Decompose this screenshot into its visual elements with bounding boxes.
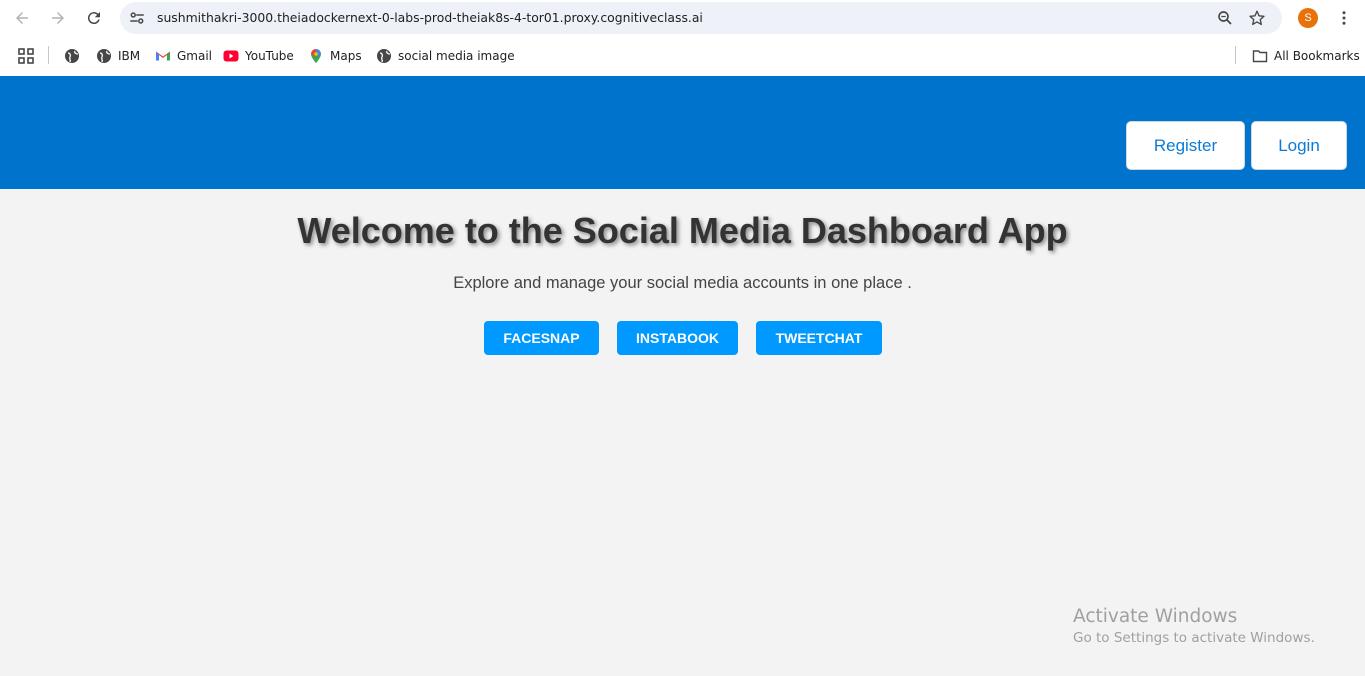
watermark-subtitle: Go to Settings to activate Windows.	[1073, 630, 1315, 646]
apps-button[interactable]	[18, 47, 34, 65]
tweetchat-button[interactable]: TWEETCHAT	[756, 321, 882, 355]
bookmark-item-gmail[interactable]: Gmail	[155, 47, 212, 65]
bookmarks-divider	[48, 46, 49, 64]
facesnap-button[interactable]: FACESNAP	[484, 321, 599, 355]
forward-button[interactable]	[46, 6, 70, 30]
bookmarks-divider	[1235, 46, 1236, 64]
bookmarks-bar: IBM Gmail YouTube Maps social media imag…	[0, 36, 1365, 76]
app-header: Register Login	[0, 76, 1365, 189]
profile-avatar[interactable]: S	[1298, 8, 1318, 28]
reload-button[interactable]	[82, 6, 106, 30]
globe-icon	[65, 49, 79, 63]
folder-icon	[1252, 50, 1268, 63]
gmail-icon	[156, 51, 170, 61]
browser-toolbar: sushmithakri-3000.theiadockernext-0-labs…	[0, 0, 1365, 36]
arrow-left-icon	[16, 12, 28, 24]
bookmark-item-youtube[interactable]: YouTube	[223, 47, 294, 65]
globe-icon	[97, 49, 111, 63]
reload-icon	[87, 12, 100, 25]
bookmark-label: Gmail	[177, 49, 213, 63]
all-bookmarks-label: All Bookmarks	[1274, 49, 1360, 63]
watermark-title: Activate Windows	[1073, 606, 1238, 627]
url-text[interactable]: sushmithakri-3000.theiadockernext-0-labs…	[157, 10, 703, 25]
bookmark-item-ibm[interactable]: IBM	[96, 47, 140, 65]
globe-icon	[377, 49, 391, 63]
page-title: Welcome to the Social Media Dashboard Ap…	[297, 210, 1068, 251]
bookmark-item-maps[interactable]: Maps	[308, 47, 362, 65]
apps-grid-icon	[18, 48, 34, 64]
bookmark-label: social media image	[398, 49, 515, 63]
maps-pin-icon	[311, 49, 321, 63]
bookmark-star-icon[interactable]	[1248, 9, 1266, 27]
arrow-right-icon	[52, 12, 64, 24]
zoom-icon[interactable]	[1216, 9, 1234, 27]
bookmark-label: YouTube	[245, 49, 294, 63]
register-button[interactable]: Register	[1126, 121, 1245, 170]
instabook-button[interactable]: INSTABOOK	[617, 321, 738, 355]
more-vertical-icon	[1342, 11, 1346, 25]
page-subtitle: Explore and manage your social media acc…	[453, 274, 912, 292]
youtube-icon	[223, 50, 239, 62]
bookmark-label: IBM	[118, 49, 141, 63]
browser-menu-button[interactable]	[1334, 8, 1354, 28]
bookmark-item-social-media-image[interactable]: social media image	[376, 47, 515, 65]
bookmark-label: Maps	[330, 49, 362, 63]
bookmark-item[interactable]	[64, 47, 86, 65]
back-button[interactable]	[10, 6, 34, 30]
site-settings-icon[interactable]	[128, 9, 146, 27]
all-bookmarks-button[interactable]: All Bookmarks	[1252, 47, 1360, 65]
activate-windows-watermark: Activate Windows Go to Settings to activ…	[1073, 606, 1315, 646]
login-button[interactable]: Login	[1251, 121, 1347, 170]
address-bar[interactable]: sushmithakri-3000.theiadockernext-0-labs…	[120, 2, 1282, 34]
